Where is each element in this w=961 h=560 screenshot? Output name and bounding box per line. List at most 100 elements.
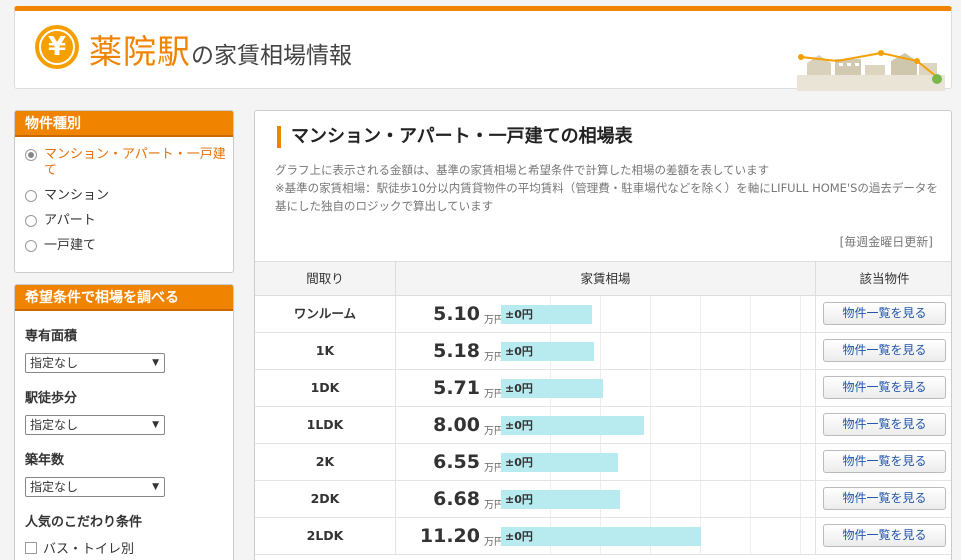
page-title: 薬院駅の家賃相場情報: [89, 25, 352, 73]
rent-price: 6.55: [433, 451, 480, 473]
table-row: 1DK 5.71 万円 ±0円 物件一覧を見る: [255, 370, 951, 407]
checkbox[interactable]: [25, 541, 37, 554]
rent-cell: 11.20 万円 ±0円: [395, 518, 816, 554]
listing-cell: 物件一覧を見る: [816, 370, 951, 406]
listing-cell: 物件一覧を見る: [816, 444, 951, 480]
rent-table-body: ワンルーム 5.10 万円 ±0円 物件一覧を見る 1K 5.18 万円 ±0円 物件一覧を見る 1…: [255, 296, 951, 555]
layout-cell: 2LDK: [306, 528, 344, 543]
property-type-option-all[interactable]: マンション・アパート・一戸建て: [25, 147, 233, 179]
listing-cell: 物件一覧を見る: [816, 518, 951, 554]
rent-diff: ±0円: [505, 382, 533, 395]
yen-icon: ¥: [35, 25, 79, 69]
layout-cell: ワンルーム: [293, 306, 357, 321]
rent-bar-track: ±0円: [501, 407, 815, 443]
rent-diff: ±0円: [505, 419, 533, 432]
table-row: 1K 5.18 万円 ±0円 物件一覧を見る: [255, 333, 951, 370]
rent-price: 8.00: [433, 414, 480, 436]
rent-diff: ±0円: [505, 345, 533, 358]
section-title: マンション・アパート・一戸建ての相場表: [277, 126, 633, 148]
rent-cell: 6.55 万円 ±0円: [395, 444, 816, 480]
age-select-value[interactable]: 指定なし: [30, 480, 78, 494]
area-label: 専有面積: [25, 329, 78, 344]
rent-diff: ±0円: [505, 308, 533, 321]
rent-cell: 5.18 万円 ±0円: [395, 333, 816, 369]
layout-cell: 2DK: [310, 491, 340, 506]
rent-diff: ±0円: [505, 456, 533, 469]
property-type-panel: 物件種別 マンション・アパート・一戸建て マンション アパート 一戸建て: [14, 110, 234, 273]
radio-icon[interactable]: [25, 190, 37, 202]
view-listings-button[interactable]: 物件一覧を見る: [823, 450, 946, 473]
table-row: 2LDK 11.20 万円 ±0円 物件一覧を見る: [255, 518, 951, 555]
view-listings-button[interactable]: 物件一覧を見る: [823, 487, 946, 510]
area-select[interactable]: 指定なし ▼: [25, 353, 165, 373]
listing-cell: 物件一覧を見る: [816, 296, 951, 332]
layout-cell: 2K: [315, 454, 335, 469]
property-type-heading: 物件種別: [15, 111, 233, 137]
rent-price: 11.20: [419, 525, 480, 547]
property-type-option-label[interactable]: 一戸建て: [44, 238, 96, 254]
view-listings-button[interactable]: 物件一覧を見る: [823, 302, 946, 325]
column-header-listing: 該当物件: [859, 271, 910, 286]
rent-bar-track: ±0円: [501, 481, 815, 517]
radio-icon[interactable]: [25, 215, 37, 227]
rent-price: 5.18: [433, 340, 480, 362]
view-listings-button[interactable]: 物件一覧を見る: [823, 524, 946, 547]
rent-bar-track: ±0円: [501, 444, 815, 480]
layout-cell: 1LDK: [306, 417, 344, 432]
rent-diff: ±0円: [505, 530, 533, 543]
rent-bar-track: ±0円: [501, 518, 815, 554]
column-header-rent: 家賃相場: [395, 262, 816, 295]
bath-toilet-checkbox-row[interactable]: バス・トイレ別: [25, 538, 233, 557]
area-select-value[interactable]: 指定なし: [30, 356, 78, 370]
listing-cell: 物件一覧を見る: [816, 481, 951, 517]
property-type-option-house[interactable]: 一戸建て: [25, 238, 233, 254]
chevron-down-icon[interactable]: ▼: [152, 478, 159, 496]
view-listings-button[interactable]: 物件一覧を見る: [823, 339, 946, 362]
rent-bar-track: ±0円: [501, 296, 815, 332]
layout-cell: 1K: [315, 343, 335, 358]
rent-cell: 5.71 万円 ±0円: [395, 370, 816, 406]
walk-select-value[interactable]: 指定なし: [30, 418, 78, 432]
radio-icon[interactable]: [25, 240, 37, 252]
walk-select[interactable]: 指定なし ▼: [25, 415, 165, 435]
rent-table-panel: マンション・アパート・一戸建ての相場表 グラフ上に表示される金額は、基準の家賃相…: [254, 110, 952, 560]
property-type-option-label[interactable]: マンション: [44, 188, 109, 204]
layout-cell: 1DK: [310, 380, 340, 395]
rent-diff: ±0円: [505, 493, 533, 506]
listing-cell: 物件一覧を見る: [816, 407, 951, 443]
property-type-option-mansion[interactable]: マンション: [25, 188, 233, 204]
table-row: 1LDK 8.00 万円 ±0円 物件一覧を見る: [255, 407, 951, 444]
column-header-layout: 間取り: [306, 271, 344, 286]
view-listings-button[interactable]: 物件一覧を見る: [823, 376, 946, 399]
table-row: 2K 6.55 万円 ±0円 物件一覧を見る: [255, 444, 951, 481]
page-header: ¥ 薬院駅の家賃相場情報: [14, 6, 952, 91]
title-suffix: の家賃相場情報: [191, 43, 352, 69]
rent-price: 6.68: [433, 488, 480, 510]
radio-selected-icon[interactable]: [25, 149, 37, 161]
rent-cell: 6.68 万円 ±0円: [395, 481, 816, 517]
table-header: 間取り 家賃相場 該当物件: [255, 261, 951, 296]
rent-cell: 5.10 万円 ±0円: [395, 296, 816, 332]
age-select[interactable]: 指定なし ▼: [25, 477, 165, 497]
note-text: ※基準の家賃相場：駅徒歩10分以内賃貸物件の平均賃料（管理費・駐車場代などを除く…: [275, 181, 938, 213]
rent-price: 5.10: [433, 303, 480, 325]
property-type-option-label[interactable]: マンション・アパート・一戸建て: [44, 147, 233, 179]
filter-heading: 希望条件で相場を調べる: [15, 285, 233, 311]
rent-bar-track: ±0円: [501, 370, 815, 406]
station-name: 薬院駅: [89, 32, 191, 71]
note-text: グラフ上に表示される金額は、基準の家賃相場と希望条件で計算した相場の差額を表して…: [275, 163, 770, 177]
walk-label: 駅徒歩分: [25, 391, 78, 406]
rent-bar-track: ±0円: [501, 333, 815, 369]
town-chart-illustration: [797, 50, 945, 91]
chevron-down-icon[interactable]: ▼: [152, 354, 159, 372]
view-listings-button[interactable]: 物件一覧を見る: [823, 413, 946, 436]
chevron-down-icon[interactable]: ▼: [152, 416, 159, 434]
table-row: 2DK 6.68 万円 ±0円 物件一覧を見る: [255, 481, 951, 518]
age-label: 築年数: [25, 453, 65, 468]
checkbox-label[interactable]: バス・トイレ別: [43, 538, 134, 557]
table-row: ワンルーム 5.10 万円 ±0円 物件一覧を見る: [255, 296, 951, 333]
popular-label: 人気のこだわり条件: [25, 515, 143, 530]
filter-panel: 希望条件で相場を調べる 専有面積 指定なし ▼ 駅徒歩分 指定なし ▼ 築年数 …: [14, 284, 234, 560]
property-type-option-apartment[interactable]: アパート: [25, 213, 233, 229]
property-type-option-label[interactable]: アパート: [44, 213, 96, 229]
